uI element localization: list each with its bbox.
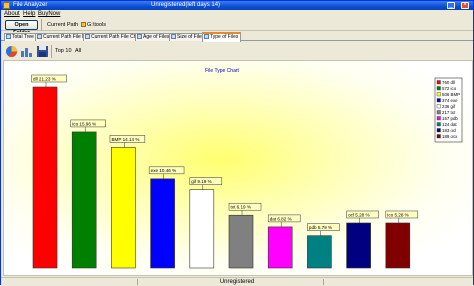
menu-about[interactable]: About <box>4 10 20 18</box>
current-path-text: G:\tools <box>87 22 106 28</box>
main-toolbar: Open Folder Current Path G:\tools <box>1 18 473 36</box>
data-label: gif 9.19 % <box>191 179 211 184</box>
legend-swatch <box>436 104 441 109</box>
menu-buynow[interactable]: BuyNow <box>38 10 60 18</box>
legend-entry: 374 exe <box>442 98 458 103</box>
data-label: dll 21.23 % <box>33 76 56 81</box>
pie-chart-icon[interactable] <box>5 45 18 58</box>
menu-bar: About Help BuyNow <box>1 10 473 18</box>
window-registration: Unregistered(left days 14) <box>151 2 221 8</box>
data-label: pdb 5.79 % <box>309 225 332 230</box>
chart-bar <box>189 189 215 269</box>
legend-entry: 572 ico <box>442 86 457 91</box>
chart-area: dll 21.23 % ico 15.96 % BMP 14.14 % exe 10.… <box>3 60 473 276</box>
bar-chart-icon[interactable] <box>20 45 33 58</box>
tab-strip: Total Tree Current Path File List Curren… <box>1 32 473 42</box>
legend-swatch <box>436 98 441 103</box>
data-label: ocl 5.28 % <box>348 212 369 217</box>
legend-swatch <box>436 128 441 133</box>
legend-entry: 189 ocx <box>442 134 458 139</box>
menu-help[interactable]: Help <box>23 10 35 18</box>
legend-swatch <box>436 122 441 127</box>
legend-entry: 124 dat <box>442 122 457 127</box>
chart-bar <box>346 222 371 269</box>
legend-entry: 217 txt <box>442 110 456 115</box>
tab-age-of-files[interactable]: Age of Files <box>135 33 173 41</box>
save-icon[interactable] <box>36 45 49 58</box>
legend-entry: 760 dll <box>442 80 455 85</box>
legend-swatch <box>436 110 441 115</box>
legend-entry: 183 ocl <box>442 128 456 133</box>
legend-entry: 157 pdb <box>442 116 458 121</box>
legend-entry: 236 gif <box>442 104 456 109</box>
data-label: ico 15.96 % <box>72 121 96 126</box>
folder-icon <box>81 22 86 27</box>
legend-swatch <box>436 86 441 91</box>
tab-type-of-files[interactable]: Type of Files <box>202 32 242 42</box>
legend-entry: 506 BMP <box>442 92 460 97</box>
tab-label: Age of Files <box>143 34 170 40</box>
legend-swatch <box>436 134 441 139</box>
toolbar-separator <box>51 45 52 58</box>
data-label: exe 10.46 % <box>151 168 177 173</box>
chart-bar <box>267 226 293 269</box>
tab-label: Total Tree <box>12 34 34 40</box>
data-label: txt 6.19 % <box>231 205 251 210</box>
legend-swatch <box>436 80 441 85</box>
current-path-value[interactable]: G:\tools <box>81 21 106 29</box>
tab-total-tree[interactable]: Total Tree <box>4 33 37 41</box>
chart-bar <box>71 131 97 269</box>
current-path-button[interactable]: Current Path <box>47 21 78 29</box>
file-type-chart: dll 21.23 % ico 15.96 % BMP 14.14 % exe 10.… <box>31 68 463 269</box>
close-button[interactable]: × <box>461 2 469 9</box>
tab-label: Size of Files <box>177 34 205 40</box>
tab-label: Type of Files <box>210 34 239 40</box>
title-bar: File Analyzer Unregistered(left days 14)… <box>1 1 473 10</box>
chart-icon <box>85 34 90 39</box>
app-icon <box>3 2 10 9</box>
chart-bar <box>150 178 175 269</box>
chart-toolbar: Top 10 All <box>1 42 473 60</box>
window-title: File Analyzer <box>13 2 48 8</box>
chart-bar <box>385 222 411 269</box>
open-folder-button[interactable]: Open Folder <box>5 20 38 36</box>
data-label: dat 6.82 % <box>270 216 292 221</box>
app-window: File Analyzer Unregistered(left days 14)… <box>0 0 474 285</box>
toolbar-separator <box>41 19 42 31</box>
size-icon <box>171 34 176 39</box>
status-bar: Unregistered <box>1 277 473 285</box>
all-button[interactable]: All <box>75 48 81 54</box>
chart-title: File Type Chart <box>205 68 239 74</box>
type-icon <box>204 34 209 39</box>
tree-icon <box>6 34 11 39</box>
list-icon <box>37 34 42 39</box>
legend-swatch <box>436 116 441 121</box>
chart-bar <box>32 86 58 269</box>
data-label: BMP 14.14 % <box>111 137 139 142</box>
clock-icon <box>137 34 142 39</box>
data-label: ico 5.28 % <box>387 212 408 217</box>
chart-bar <box>111 147 136 269</box>
chart-bar <box>228 214 254 269</box>
chart-bar <box>307 235 332 269</box>
legend-swatch <box>436 92 441 97</box>
minimize-button[interactable]: _ <box>447 2 455 9</box>
top10-button[interactable]: Top 10 <box>55 48 72 54</box>
